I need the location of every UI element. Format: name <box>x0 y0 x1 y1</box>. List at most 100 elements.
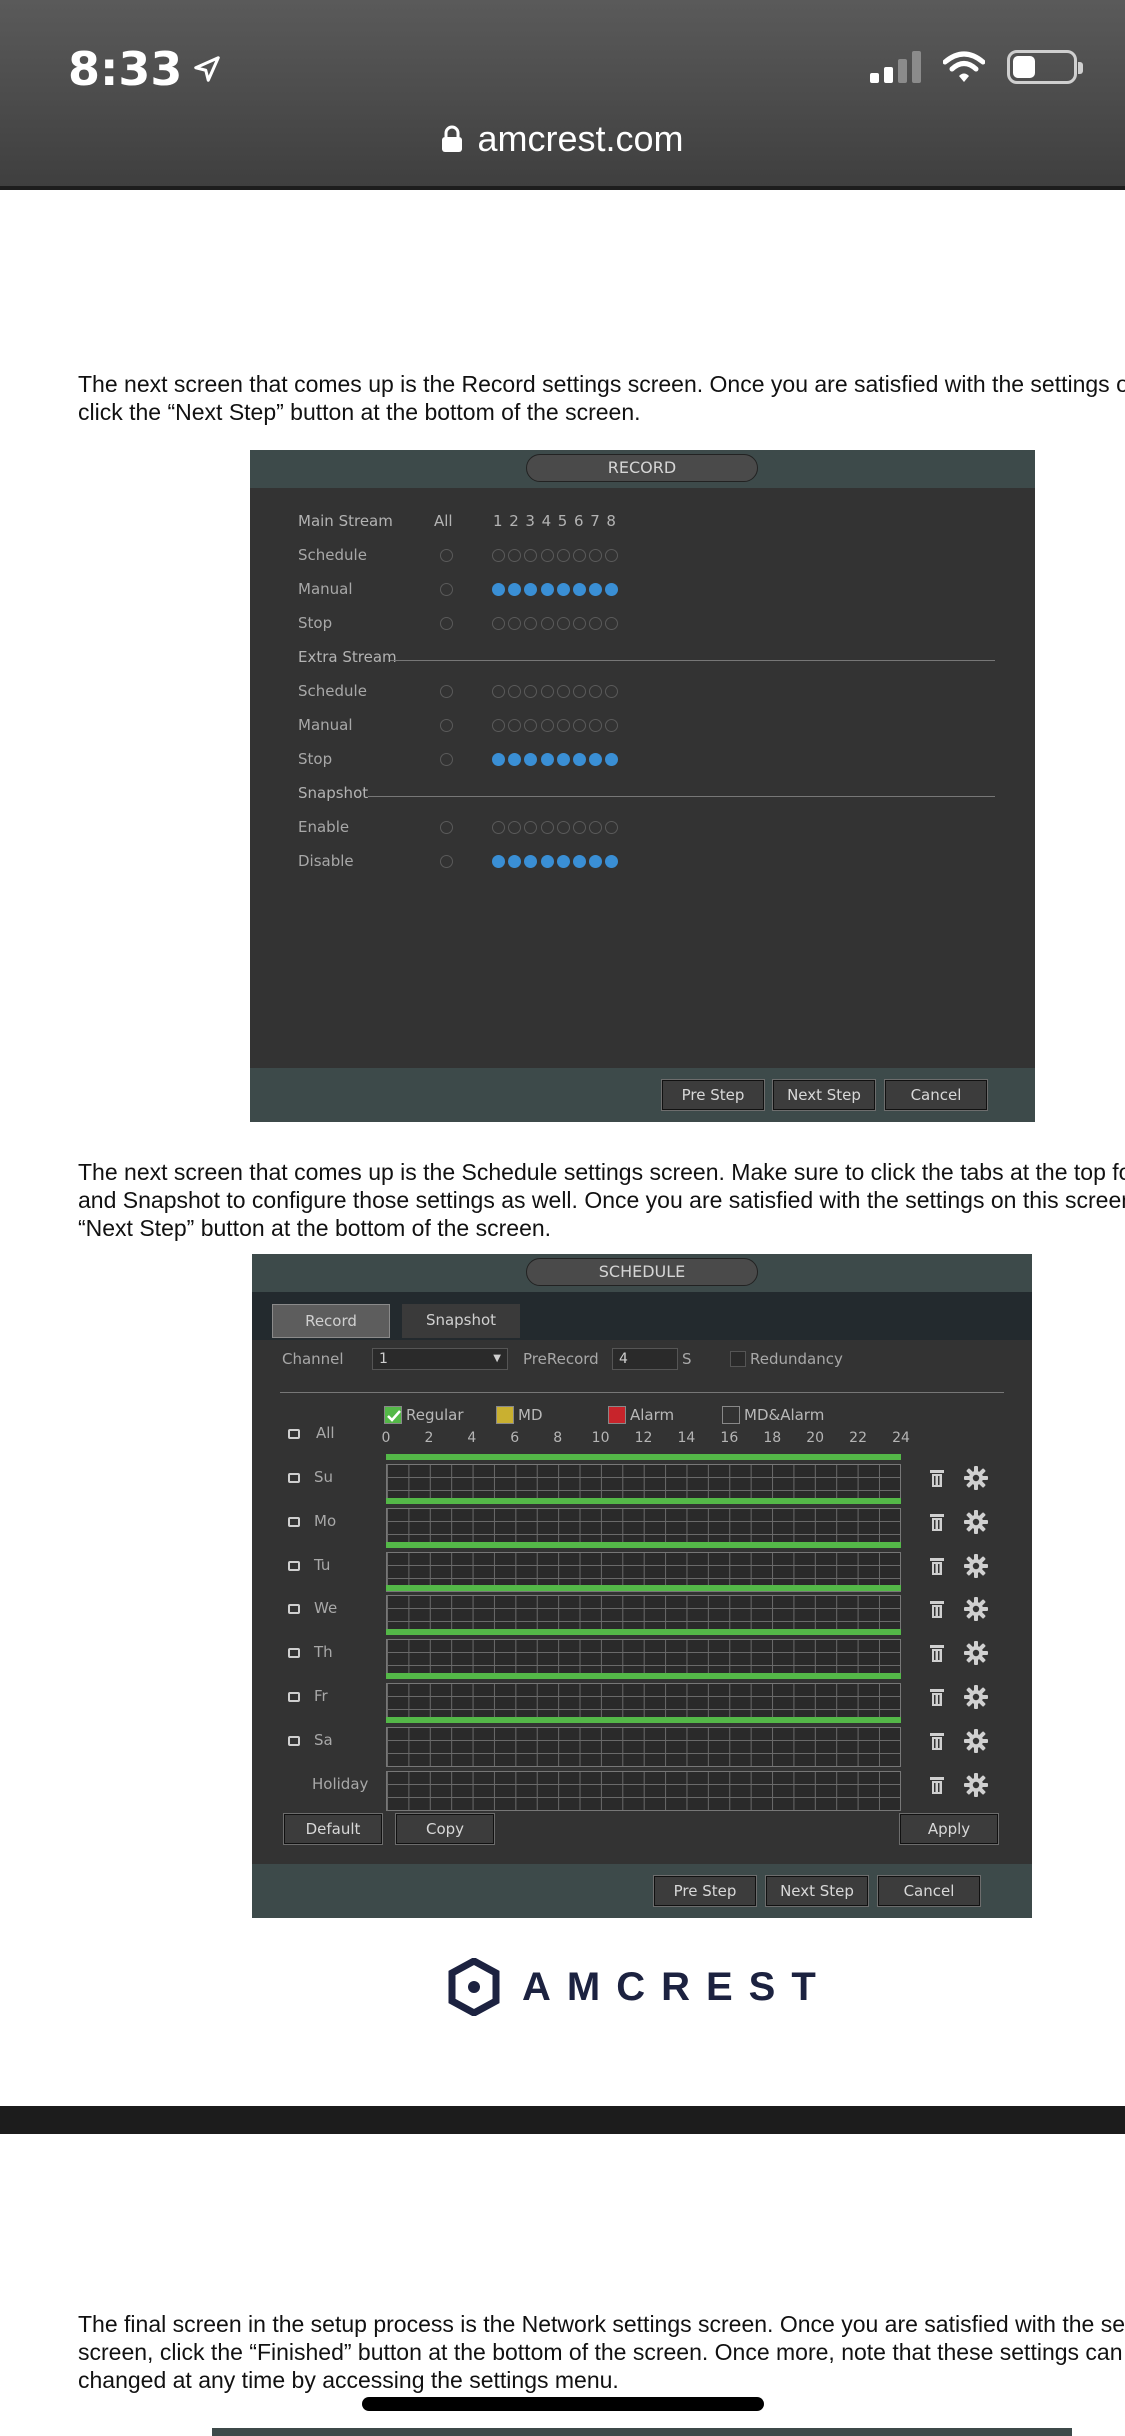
trash-icon[interactable] <box>930 1776 944 1794</box>
all-radio[interactable] <box>440 617 453 630</box>
channel-radio[interactable] <box>573 855 586 868</box>
all-radio[interactable] <box>440 821 453 834</box>
tab-record[interactable]: Record <box>272 1304 390 1338</box>
channel-radio[interactable] <box>524 617 538 630</box>
day-timeline[interactable] <box>386 1585 901 1636</box>
all-radio[interactable] <box>440 583 453 596</box>
channel-radio[interactable] <box>556 549 570 562</box>
channel-radio[interactable] <box>605 583 619 596</box>
channel-radio[interactable] <box>573 719 586 732</box>
channel-radio[interactable] <box>540 549 554 562</box>
channel-radio[interactable] <box>540 583 554 596</box>
redundancy-checkbox[interactable] <box>730 1351 746 1367</box>
record-next-step-button[interactable]: Next Step <box>772 1079 876 1111</box>
channel-radio[interactable] <box>556 821 570 834</box>
default-button[interactable]: Default <box>283 1813 383 1845</box>
day-timeline[interactable] <box>386 1629 901 1680</box>
all-radio[interactable] <box>440 685 453 698</box>
trash-icon[interactable] <box>930 1644 944 1663</box>
channel-radio[interactable] <box>508 753 522 766</box>
channel-radio[interactable] <box>605 549 619 562</box>
gear-icon[interactable] <box>964 1597 988 1622</box>
channel-radio[interactable] <box>524 549 538 562</box>
channel-radio[interactable] <box>589 617 603 630</box>
channel-select[interactable]: 1 ▼ <box>372 1348 508 1370</box>
channel-radio[interactable] <box>589 855 603 868</box>
channel-radio[interactable] <box>605 821 619 834</box>
schedule-next-step-button[interactable]: Next Step <box>765 1875 869 1907</box>
day-timeline[interactable] <box>386 1497 901 1548</box>
gear-icon[interactable] <box>964 1772 988 1797</box>
channel-radio[interactable] <box>524 821 538 834</box>
channel-radio[interactable] <box>556 685 570 698</box>
channel-radio[interactable] <box>524 685 538 698</box>
gear-icon[interactable] <box>964 1509 988 1534</box>
channel-radio[interactable] <box>556 855 570 868</box>
channel-radio[interactable] <box>508 549 522 562</box>
channel-radio[interactable] <box>589 583 603 596</box>
channel-radio[interactable] <box>540 685 554 698</box>
day-timeline[interactable] <box>386 1673 901 1723</box>
channel-radio[interactable] <box>540 753 554 766</box>
channel-radio[interactable] <box>605 617 619 630</box>
channel-radio[interactable] <box>492 855 505 868</box>
channel-radio[interactable] <box>540 617 554 630</box>
channel-radio[interactable] <box>573 583 586 596</box>
day-checkbox[interactable] <box>288 1473 300 1483</box>
home-indicator[interactable] <box>362 2397 764 2411</box>
trash-icon[interactable] <box>930 1513 944 1531</box>
channel-radio[interactable] <box>573 617 586 630</box>
gear-icon[interactable] <box>964 1728 988 1753</box>
channel-radio[interactable] <box>508 617 522 630</box>
channel-radio[interactable] <box>540 821 554 834</box>
all-radio[interactable] <box>440 753 453 766</box>
channel-radio[interactable] <box>524 753 538 766</box>
channel-radio[interactable] <box>573 685 586 698</box>
all-radio[interactable] <box>440 855 453 868</box>
channel-radio[interactable] <box>589 753 603 766</box>
day-checkbox[interactable] <box>288 1735 300 1746</box>
channel-radio[interactable] <box>589 549 603 562</box>
channel-radio[interactable] <box>605 855 619 868</box>
all-days-checkbox[interactable] <box>288 1429 300 1439</box>
channel-radio[interactable] <box>556 753 570 766</box>
channel-radio[interactable] <box>524 583 538 596</box>
channel-radio[interactable] <box>605 719 619 732</box>
channel-radio[interactable] <box>508 821 522 834</box>
channel-radio[interactable] <box>573 549 586 562</box>
channel-radio[interactable] <box>589 719 603 732</box>
channel-radio[interactable] <box>508 719 522 732</box>
channel-radio[interactable] <box>508 583 522 596</box>
channel-radio[interactable] <box>605 753 619 766</box>
record-cancel-button[interactable]: Cancel <box>884 1079 988 1111</box>
channel-radio[interactable] <box>540 719 554 732</box>
all-radio[interactable] <box>440 719 453 732</box>
day-checkbox[interactable] <box>288 1560 300 1571</box>
day-timeline[interactable] <box>386 1761 901 1811</box>
day-timeline[interactable] <box>386 1454 901 1504</box>
day-timeline[interactable] <box>386 1541 901 1592</box>
channel-radio[interactable] <box>524 719 538 732</box>
channel-radio[interactable] <box>508 685 522 698</box>
channel-radio[interactable] <box>573 821 586 834</box>
day-checkbox[interactable] <box>288 1516 300 1527</box>
prerecord-input[interactable]: 4 <box>612 1348 678 1370</box>
trash-icon[interactable] <box>930 1688 944 1706</box>
channel-radio[interactable] <box>540 855 554 868</box>
trash-icon[interactable] <box>930 1557 944 1575</box>
trash-icon[interactable] <box>930 1732 944 1750</box>
apply-button[interactable]: Apply <box>899 1813 999 1845</box>
day-timeline[interactable] <box>386 1716 901 1767</box>
schedule-cancel-button[interactable]: Cancel <box>877 1875 981 1907</box>
gear-icon[interactable] <box>964 1641 988 1666</box>
channel-radio[interactable] <box>556 617 570 630</box>
channel-radio[interactable] <box>492 685 505 698</box>
gear-icon[interactable] <box>964 1466 988 1490</box>
day-checkbox[interactable] <box>288 1604 300 1615</box>
channel-radio[interactable] <box>589 821 603 834</box>
tab-snapshot[interactable]: Snapshot <box>402 1304 520 1338</box>
record-pre-step-button[interactable]: Pre Step <box>661 1079 765 1111</box>
channel-radio[interactable] <box>492 583 505 596</box>
gear-icon[interactable] <box>964 1685 988 1709</box>
channel-radio[interactable] <box>524 855 538 868</box>
